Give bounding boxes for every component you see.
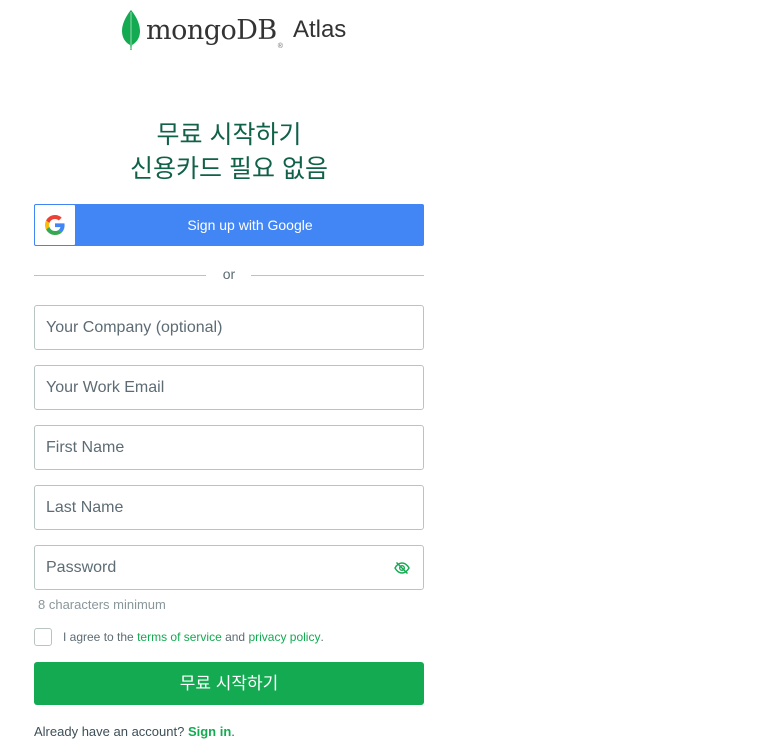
email-input[interactable] xyxy=(35,366,423,409)
google-signup-button[interactable]: Sign up with Google xyxy=(34,204,424,246)
password-field xyxy=(34,545,424,590)
google-icon-box xyxy=(35,205,75,245)
terms-agreement: I agree to the terms of service and priv… xyxy=(34,627,324,647)
agree-middle: and xyxy=(221,630,249,644)
mongodb-leaf-icon xyxy=(122,10,140,50)
last-name-field xyxy=(34,485,424,530)
signin-prefix: Already have an account? xyxy=(34,724,188,739)
first-name-input[interactable] xyxy=(35,426,423,469)
email-field xyxy=(34,365,424,410)
last-name-input[interactable] xyxy=(35,486,423,529)
signin-suffix: . xyxy=(231,724,235,739)
terms-of-service-link[interactable]: terms of service xyxy=(137,630,222,644)
logo-wordmark: mongoDB xyxy=(146,14,277,46)
google-signup-label: Sign up with Google xyxy=(187,217,313,233)
or-divider: or xyxy=(34,264,424,286)
or-text: or xyxy=(222,266,236,282)
heading-line-1: 무료 시작하기 xyxy=(156,121,302,149)
registered-mark: ® xyxy=(277,42,283,50)
heading-line-2: 신용카드 필요 없음 xyxy=(130,155,328,183)
mongodb-atlas-logo[interactable]: mongoDB ® Atlas xyxy=(121,9,346,51)
logo-product-name: Atlas xyxy=(292,16,347,43)
start-free-button[interactable]: 무료 시작하기 xyxy=(34,662,424,705)
agree-suffix: . xyxy=(320,630,324,644)
terms-checkbox[interactable] xyxy=(34,628,52,646)
privacy-policy-link[interactable]: privacy policy xyxy=(248,630,320,644)
password-input[interactable] xyxy=(35,546,423,589)
signin-link[interactable]: Sign in xyxy=(188,724,231,739)
signin-prompt: Already have an account? Sign in. xyxy=(34,724,235,739)
eye-slash-icon[interactable] xyxy=(394,560,410,576)
page-heading: 무료 시작하기 신용카드 필요 없음 xyxy=(34,118,424,186)
company-field xyxy=(34,305,424,350)
google-g-icon xyxy=(45,215,65,235)
company-input[interactable] xyxy=(35,306,423,349)
agree-prefix: I agree to the xyxy=(63,630,138,644)
first-name-field xyxy=(34,425,424,470)
password-hint: 8 characters minimum xyxy=(38,597,166,612)
divider-line-right xyxy=(251,275,424,276)
